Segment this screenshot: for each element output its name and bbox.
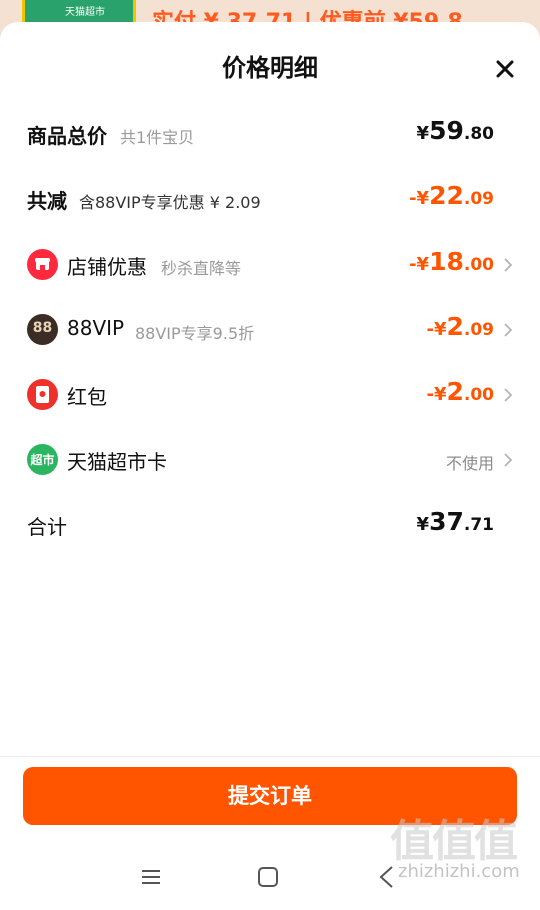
goods-total-label: 商品总价 (27, 124, 107, 148)
row-supermarket-card[interactable]: 超市 天猫超市卡 不使用 (0, 436, 540, 484)
chevron-right-icon (504, 258, 513, 272)
shop-discount-label: 店铺优惠 (67, 255, 147, 279)
shop-discount-note: 秒杀直降等 (161, 259, 242, 278)
red-packet-icon (27, 379, 58, 410)
red-packet-amount: -¥2.00 (426, 377, 494, 406)
row-grand-total: 合计 ¥37.71 (0, 501, 540, 549)
grand-total-amount: ¥37.71 (416, 507, 494, 536)
chevron-right-icon (504, 323, 513, 337)
supermarket-card-label: 天猫超市卡 (67, 450, 167, 474)
chevron-right-icon (504, 453, 513, 467)
menu-icon[interactable] (136, 862, 166, 892)
price-detail-sheet: 价格明细 商品总价 共1件宝贝 ¥59.80 共减 含88VIP专享优惠 ¥ 2… (0, 22, 540, 910)
home-square-icon[interactable] (253, 862, 283, 892)
grand-total-label: 合计 (27, 515, 67, 539)
watermark-url: zhizhizhi.com (398, 861, 520, 882)
close-icon[interactable] (488, 52, 522, 86)
row-shop-discount[interactable]: 店铺优惠 秒杀直降等 -¥18.00 (0, 241, 540, 289)
supermarket-card-value: 不使用 (445, 454, 494, 473)
goods-total-amount: ¥59.80 (416, 116, 494, 145)
total-reduction-label: 共减 (27, 189, 67, 213)
goods-total-count: 共1件宝贝 (120, 128, 195, 147)
88vip-amount: -¥2.09 (426, 312, 494, 341)
row-red-packet[interactable]: 红包 -¥2.00 (0, 371, 540, 419)
row-88vip-discount[interactable]: 88 88VIP 88VIP专享9.5折 -¥2.09 (0, 306, 540, 354)
supermarket-card-icon: 超市 (27, 444, 58, 475)
red-packet-label: 红包 (67, 385, 107, 409)
watermark-logo: 值值值 (390, 816, 518, 867)
footer-divider (0, 756, 540, 757)
background-thumb-label: 天猫超市 (65, 7, 105, 18)
total-reduction-note: 含88VIP专享优惠 ¥ 2.09 (79, 193, 261, 212)
watermark: 值值值 zhizhizhi.com (390, 805, 540, 885)
vip-88-icon: 88 (27, 314, 58, 345)
88vip-note: 88VIP专享9.5折 (135, 324, 255, 343)
row-total-reduction: 共减 含88VIP专享优惠 ¥ 2.09 -¥22.09 (0, 175, 540, 223)
total-reduction-amount: -¥22.09 (409, 181, 494, 210)
row-goods-total: 商品总价 共1件宝贝 ¥59.80 (0, 110, 540, 158)
shop-icon (27, 249, 58, 280)
sheet-title: 价格明细 (222, 54, 318, 82)
88vip-label: 88VIP (67, 316, 125, 340)
shop-discount-amount: -¥18.00 (409, 247, 494, 276)
chevron-right-icon (504, 388, 513, 402)
